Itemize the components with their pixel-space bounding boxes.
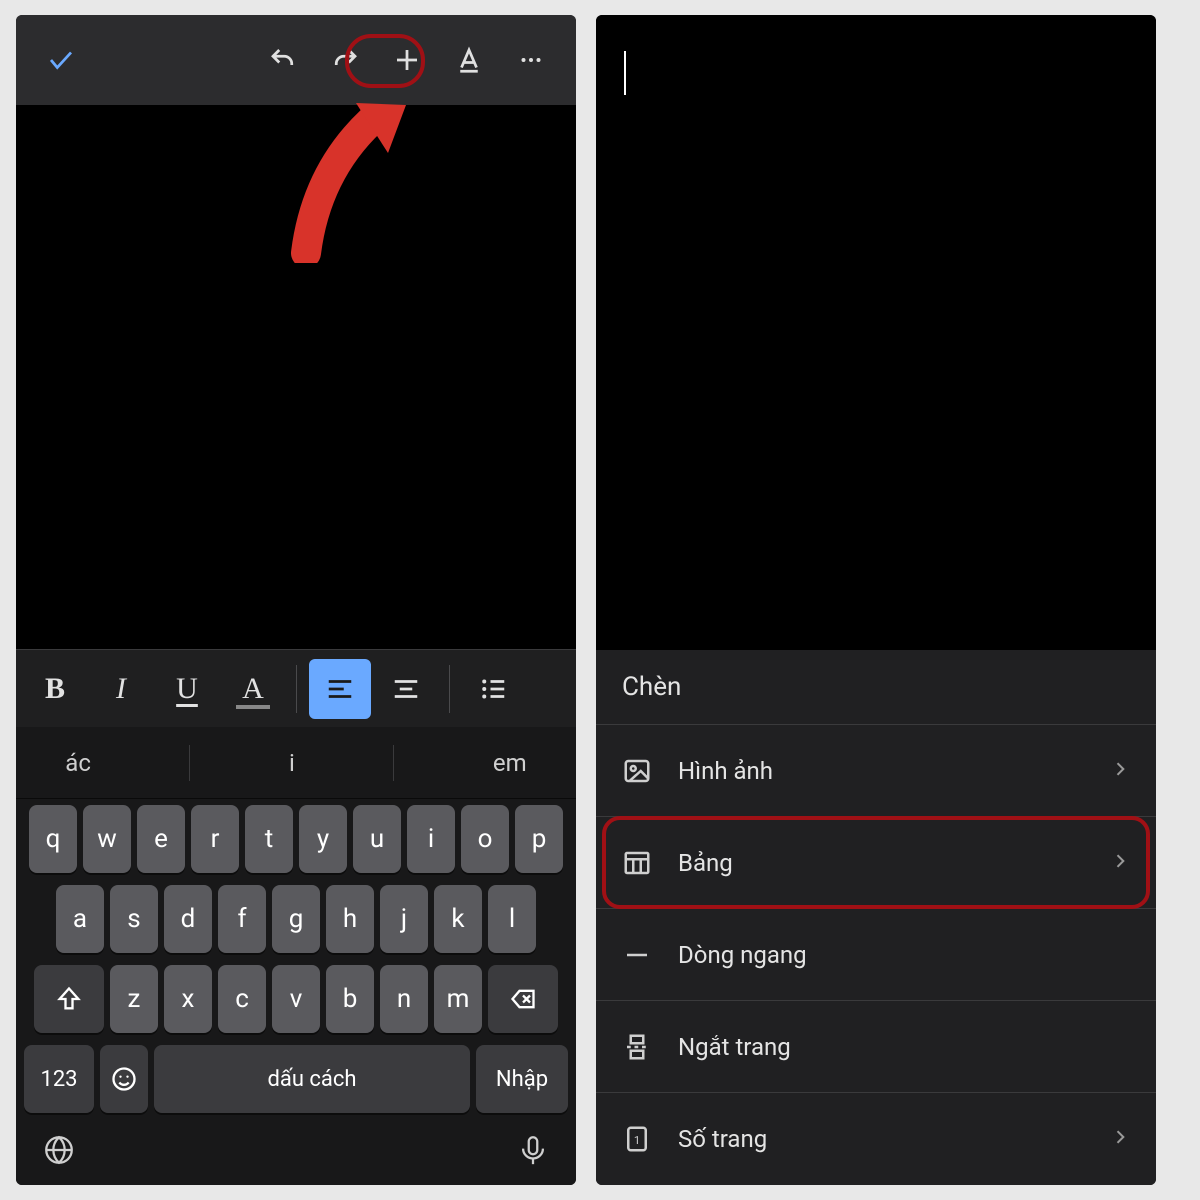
chevron-right-icon	[1110, 757, 1130, 785]
key-letter[interactable]: b	[326, 965, 374, 1033]
text-cursor	[624, 51, 626, 95]
shift-key[interactable]	[34, 965, 104, 1033]
separator	[449, 665, 450, 713]
insert-item-table[interactable]: Bảng	[596, 817, 1156, 909]
align-left-button[interactable]	[309, 659, 371, 719]
format-bar: B I U A	[16, 649, 576, 727]
key-letter[interactable]: w	[83, 805, 131, 873]
insert-item-label: Số trang	[678, 1125, 767, 1153]
document-canvas[interactable]	[596, 15, 1156, 650]
insert-item-page-break[interactable]: Ngắt trang	[596, 1001, 1156, 1093]
numbers-key[interactable]: 123	[24, 1045, 94, 1113]
bold-button[interactable]: B	[24, 659, 86, 719]
key-letter[interactable]: f	[218, 885, 266, 953]
hr-icon	[622, 940, 652, 970]
table-icon	[622, 848, 652, 878]
on-screen-keyboard: ác i em q w e r t y u i o p a s d f g h …	[16, 727, 576, 1185]
image-icon	[622, 756, 652, 786]
key-letter[interactable]: e	[137, 805, 185, 873]
insert-item-label: Bảng	[678, 849, 733, 877]
emoji-key[interactable]	[100, 1045, 148, 1113]
page-break-icon	[622, 1032, 652, 1062]
key-letter[interactable]: z	[110, 965, 158, 1033]
spacebar-key[interactable]: dấu cách	[154, 1045, 470, 1113]
keyboard-row: a s d f g h j k l	[16, 879, 576, 959]
document-canvas[interactable]	[16, 105, 576, 649]
chevron-right-icon	[1110, 1125, 1130, 1153]
insert-item-hr[interactable]: Dòng ngang	[596, 909, 1156, 1001]
key-letter[interactable]: v	[272, 965, 320, 1033]
separator	[393, 745, 394, 781]
insert-item-label: Dòng ngang	[678, 941, 807, 969]
text-color-button[interactable]: A	[222, 659, 284, 719]
key-letter[interactable]: m	[434, 965, 482, 1033]
insert-item-label: Ngắt trang	[678, 1033, 791, 1061]
text-format-button[interactable]	[442, 33, 496, 87]
page-number-icon: 1	[622, 1124, 652, 1154]
insert-button[interactable]	[380, 33, 434, 87]
keyboard-suggestion[interactable]: ác	[65, 749, 91, 777]
keyboard-suggestions: ác i em	[16, 727, 576, 799]
key-letter[interactable]: t	[245, 805, 293, 873]
redo-button[interactable]	[318, 33, 372, 87]
backspace-key[interactable]	[488, 965, 558, 1033]
keyboard-row: z x c v b n m	[16, 959, 576, 1039]
key-letter[interactable]: i	[407, 805, 455, 873]
keyboard-suggestion[interactable]: i	[289, 749, 295, 777]
key-letter[interactable]: q	[29, 805, 77, 873]
key-letter[interactable]: k	[434, 885, 482, 953]
editor-toolbar	[16, 15, 576, 105]
key-letter[interactable]: d	[164, 885, 212, 953]
keyboard-bottom-row	[16, 1119, 576, 1177]
key-letter[interactable]: g	[272, 885, 320, 953]
key-letter[interactable]: r	[191, 805, 239, 873]
insert-panel: Chèn Hình ảnh Bảng Dòng ngang Ngắt trang…	[596, 650, 1156, 1185]
mic-key[interactable]	[516, 1133, 550, 1171]
emoji-icon	[110, 1065, 138, 1093]
insert-panel-header: Chèn	[596, 650, 1156, 725]
key-letter[interactable]: s	[110, 885, 158, 953]
separator	[189, 745, 190, 781]
more-button[interactable]	[504, 33, 558, 87]
insert-item-page-number[interactable]: 1 Số trang	[596, 1093, 1156, 1185]
chevron-right-icon	[1110, 849, 1130, 877]
key-letter[interactable]: l	[488, 885, 536, 953]
separator	[296, 665, 297, 713]
keyboard-row: q w e r t y u i o p	[16, 799, 576, 879]
key-letter[interactable]: o	[461, 805, 509, 873]
screenshot-left: B I U A ác i em q w e r t y u	[16, 15, 576, 1185]
accept-button[interactable]	[34, 33, 88, 87]
key-letter[interactable]: u	[353, 805, 401, 873]
keyboard-suggestion[interactable]: em	[493, 749, 527, 777]
key-letter[interactable]: h	[326, 885, 374, 953]
align-center-button[interactable]	[375, 659, 437, 719]
backspace-icon	[509, 985, 537, 1013]
enter-key[interactable]: Nhập	[476, 1045, 568, 1113]
svg-text:1: 1	[634, 1134, 640, 1147]
screenshot-right: Chèn Hình ảnh Bảng Dòng ngang Ngắt trang…	[596, 15, 1156, 1185]
key-letter[interactable]: c	[218, 965, 266, 1033]
undo-button[interactable]	[256, 33, 310, 87]
bulleted-list-button[interactable]	[462, 659, 524, 719]
keyboard-row: 123 dấu cách Nhập	[16, 1039, 576, 1119]
insert-item-image[interactable]: Hình ảnh	[596, 725, 1156, 817]
key-letter[interactable]: x	[164, 965, 212, 1033]
italic-button[interactable]: I	[90, 659, 152, 719]
key-letter[interactable]: a	[56, 885, 104, 953]
key-letter[interactable]: j	[380, 885, 428, 953]
underline-button[interactable]: U	[156, 659, 218, 719]
key-letter[interactable]: y	[299, 805, 347, 873]
shift-icon	[55, 985, 83, 1013]
key-letter[interactable]: p	[515, 805, 563, 873]
globe-key[interactable]	[42, 1133, 76, 1171]
key-letter[interactable]: n	[380, 965, 428, 1033]
insert-item-label: Hình ảnh	[678, 757, 773, 785]
